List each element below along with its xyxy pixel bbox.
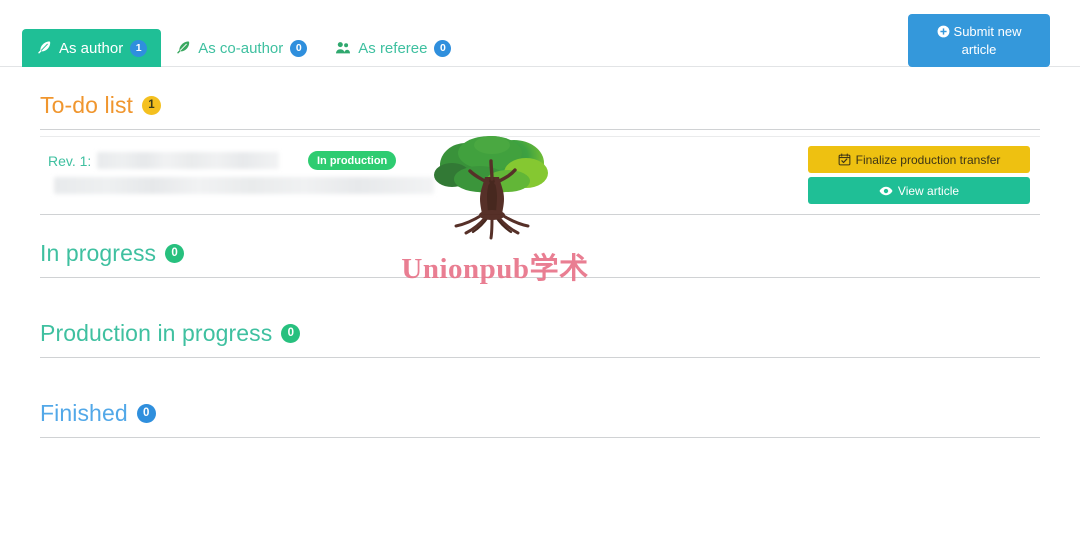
tab-label: As co-author [198, 39, 284, 57]
submit-new-article-button[interactable]: Submit new article [908, 14, 1050, 67]
main-content: To-do list 1 Rev. 1: In production Final… [40, 67, 1040, 438]
eye-icon [879, 184, 893, 198]
tab-label: As referee [358, 39, 428, 57]
revision-label: Rev. 1: [48, 152, 92, 169]
tab-as-co-author[interactable]: As co-author 0 [161, 29, 321, 67]
section-divider [40, 437, 1040, 438]
view-article-button[interactable]: View article [808, 177, 1030, 204]
tab-count-badge: 0 [434, 39, 452, 57]
button-label: Finalize production transfer [855, 152, 1001, 167]
section-title: Finished [40, 400, 128, 426]
tab-count-badge: 1 [130, 39, 148, 57]
page-root: As author 1 As co-author 0 As referee 0 … [0, 0, 1080, 535]
status-badge: In production [308, 151, 397, 170]
section-divider [40, 129, 1040, 130]
feather-icon [175, 40, 191, 56]
plus-circle-icon [937, 25, 950, 42]
section-title: Production in progress [40, 320, 273, 346]
todo-item-header: Rev. 1: [48, 152, 280, 169]
section-count-badge: 0 [136, 404, 156, 423]
tab-as-referee[interactable]: As referee 0 [321, 29, 465, 67]
section-title: To-do list [40, 92, 134, 118]
section-count-badge: 0 [165, 244, 185, 263]
tab-list: As author 1 As co-author 0 As referee 0 [22, 29, 465, 67]
section-heading-finished: Finished 0 [40, 358, 1040, 437]
section-count-badge: 1 [142, 96, 162, 115]
tab-as-author[interactable]: As author 1 [22, 29, 162, 67]
redacted-authors [54, 177, 434, 194]
feather-icon [36, 40, 52, 56]
todo-list-item[interactable]: Rev. 1: In production Finalize productio… [40, 137, 1040, 214]
button-label: View article [897, 183, 960, 198]
submit-button-line2: article [961, 41, 997, 57]
section-title: In progress [40, 240, 157, 266]
referees-icon [335, 40, 351, 56]
redacted-title [97, 152, 280, 169]
section-heading-todo-list: To-do list 1 [40, 67, 1040, 129]
calendar-check-icon [838, 153, 851, 166]
section-count-badge: 0 [281, 324, 301, 343]
finalize-production-transfer-button[interactable]: Finalize production transfer [808, 146, 1030, 173]
submit-button-content: Submit new article [918, 24, 1040, 58]
submit-button-line1: Submit new [953, 23, 1022, 39]
todo-item-actions: Finalize production transfer View articl… [808, 146, 1030, 204]
section-heading-in-progress: In progress 0 [40, 215, 1040, 277]
tab-label: As author [59, 39, 124, 57]
section-heading-production-in-progress: Production in progress 0 [40, 278, 1040, 357]
tab-count-badge: 0 [290, 39, 308, 57]
